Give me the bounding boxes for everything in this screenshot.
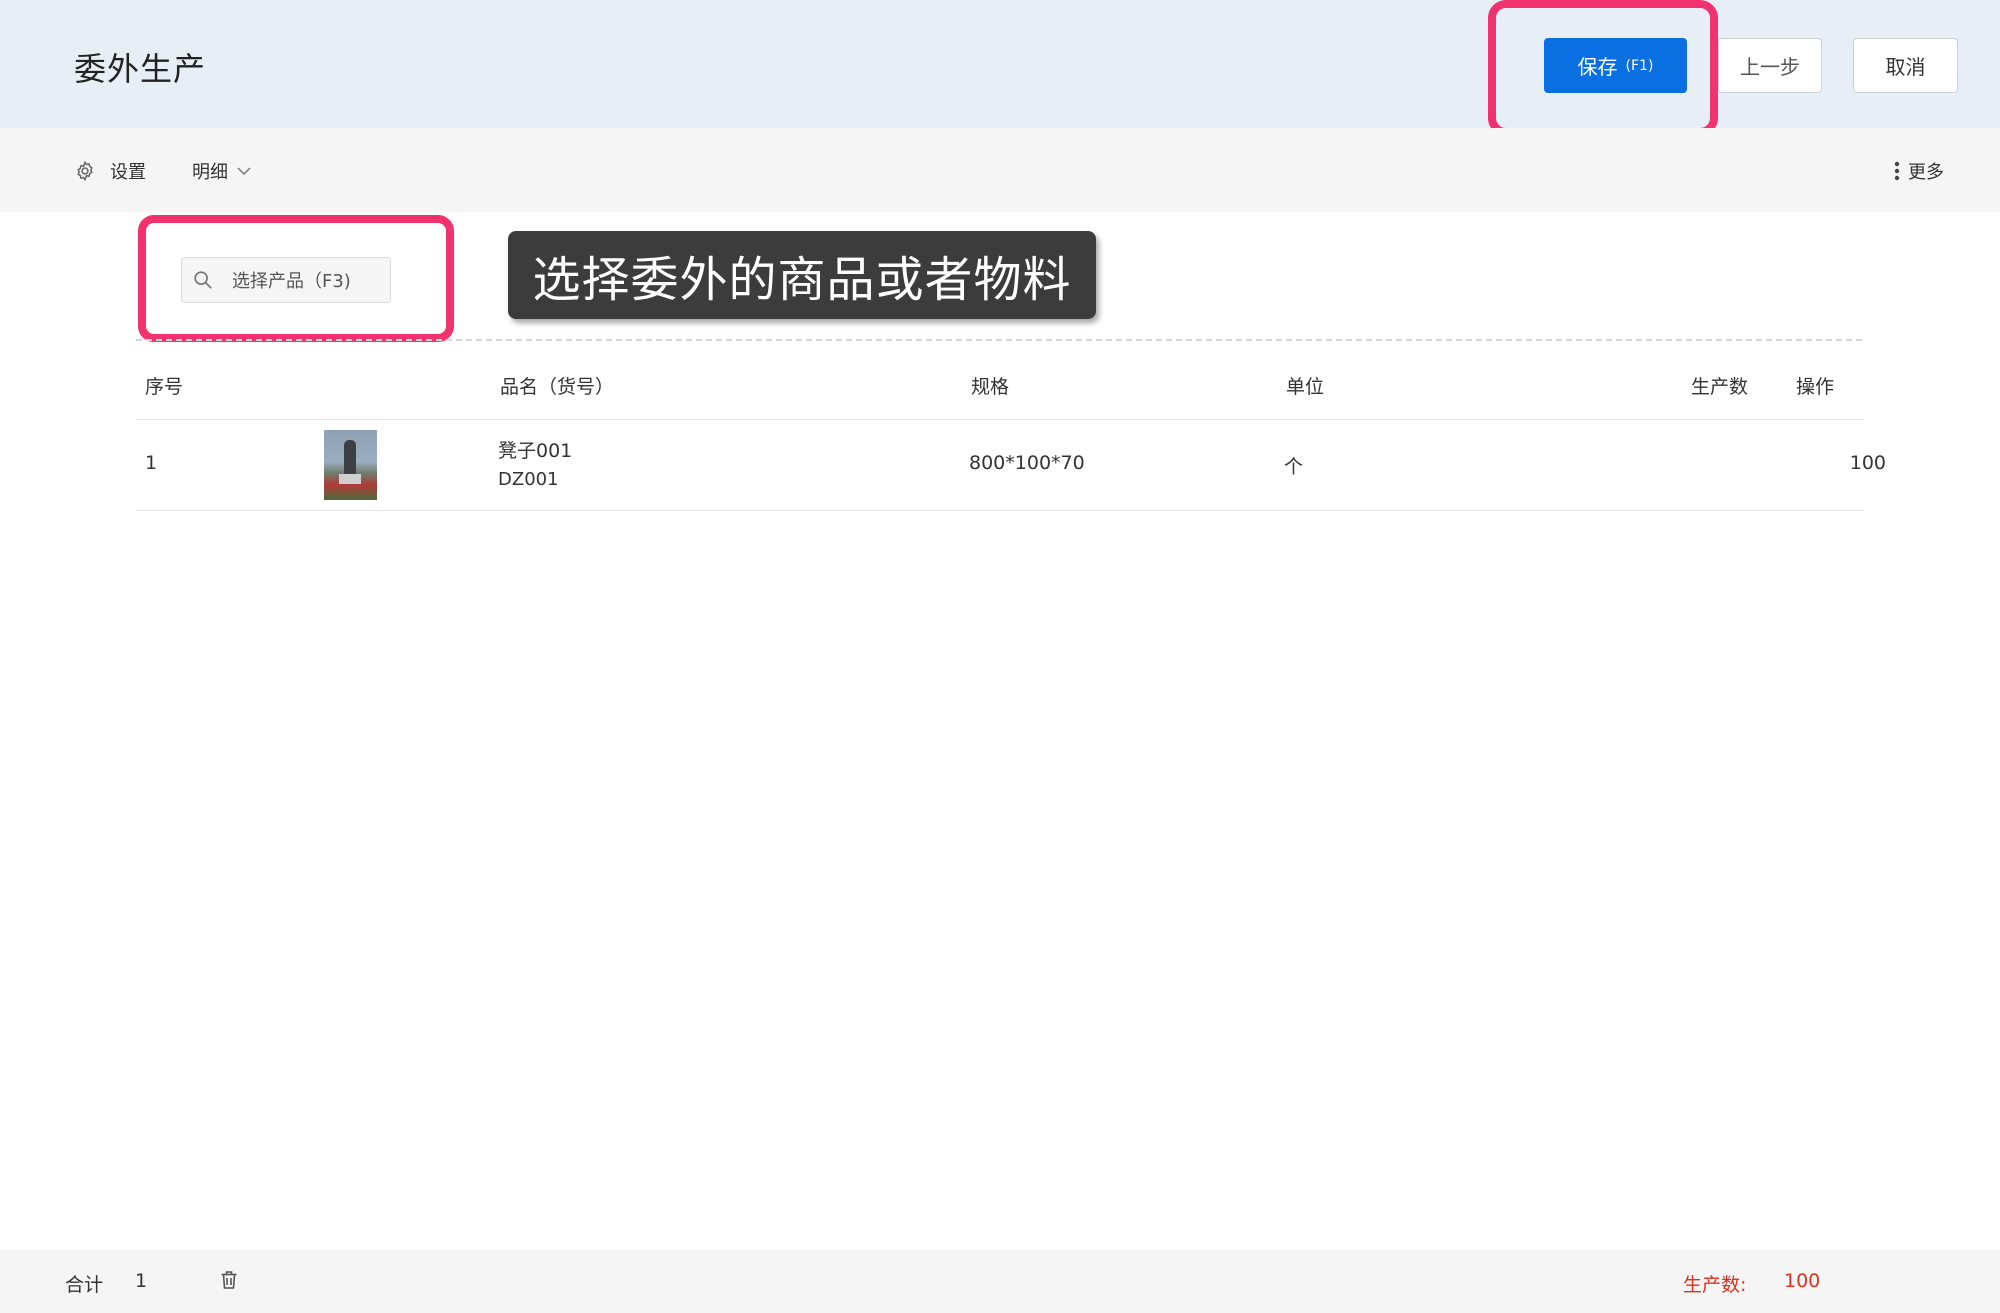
footer-bar: 合计 1 生产数: 100 (0, 1250, 2000, 1313)
detail-dropdown[interactable]: 明细 (192, 156, 252, 186)
production-total-value: 100 (1784, 1270, 1821, 1292)
total-value: 1 (135, 1270, 148, 1292)
search-icon (194, 271, 212, 289)
save-button-label: 保存 (1577, 55, 1618, 79)
product-name: 凳子001 (498, 440, 573, 462)
page-title: 委外生产 (74, 50, 207, 88)
table-row[interactable]: 1 凳子001 DZ001 800*100*70 个 100 (136, 420, 1886, 511)
delete-all-button[interactable] (220, 1270, 238, 1295)
column-header-index: 序号 (145, 376, 184, 398)
more-label: 更多 (1908, 162, 1944, 183)
save-shortcut-hint: (F1) (1625, 57, 1654, 74)
column-header-qty: 生产数 (1691, 376, 1749, 398)
total-label: 合计 (65, 1274, 104, 1296)
more-vertical-icon (1894, 161, 1900, 181)
production-total-label: 生产数: (1683, 1274, 1747, 1296)
product-unit: 个 (1284, 456, 1304, 478)
production-qty[interactable]: 100 (1718, 452, 1886, 474)
dashed-divider (136, 339, 1862, 341)
save-button[interactable]: 保存 (F1) (1544, 38, 1687, 93)
detail-label: 明细 (192, 162, 228, 183)
page-header: 委外生产 保存 (F1) 上一步 取消 (0, 0, 2000, 128)
column-header-spec: 规格 (971, 376, 1010, 398)
more-button[interactable]: 更多 (1894, 156, 1944, 186)
thumbnail-statue (344, 440, 356, 478)
row-index: 1 (145, 452, 158, 474)
previous-step-button[interactable]: 上一步 (1718, 38, 1822, 93)
select-product-label: 选择产品（F3) (232, 271, 351, 292)
select-product-input[interactable]: 选择产品（F3) (181, 257, 391, 303)
column-header-name: 品名（货号） (500, 376, 615, 398)
settings-button[interactable]: 设置 (74, 156, 146, 186)
trash-icon (221, 1271, 237, 1289)
column-header-action: 操作 (1796, 376, 1835, 398)
chevron-down-icon (237, 167, 251, 176)
settings-label: 设置 (110, 162, 146, 183)
product-thumbnail[interactable] (324, 430, 377, 500)
gear-icon (77, 160, 93, 182)
product-code: DZ001 (498, 469, 559, 490)
thumbnail-pedestal (339, 474, 361, 484)
toolbar: 设置 明细 更多 (0, 128, 2000, 212)
column-header-unit: 单位 (1286, 376, 1325, 398)
cancel-button[interactable]: 取消 (1853, 38, 1958, 93)
annotation-callout: 选择委外的商品或者物料 (508, 231, 1096, 319)
product-spec: 800*100*70 (969, 452, 1085, 474)
